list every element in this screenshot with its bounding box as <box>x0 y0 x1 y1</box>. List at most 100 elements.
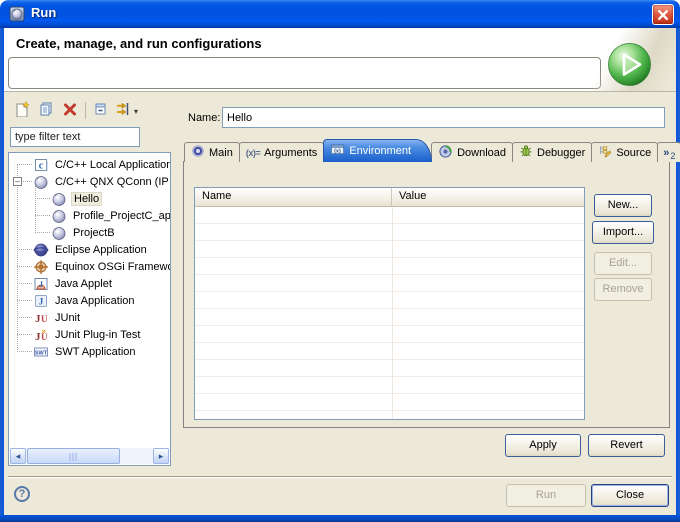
delete-configuration-button[interactable] <box>62 101 80 119</box>
tree-item-eclipse-application[interactable]: Eclipse Application <box>9 241 170 258</box>
run-orb-icon <box>607 42 652 87</box>
svg-text:SWT: SWT <box>35 350 48 356</box>
configuration-name-input[interactable] <box>222 107 665 128</box>
edit-button[interactable]: Edit... <box>594 252 652 275</box>
tab-label: Source <box>616 147 651 159</box>
table-row[interactable] <box>195 207 584 224</box>
column-divider <box>392 207 393 419</box>
svg-text:J: J <box>39 296 44 306</box>
tab-label: Environment <box>349 145 411 157</box>
tree-item-label: C/C++ Local Application <box>53 158 171 172</box>
window-frame-bottom <box>0 515 680 522</box>
close-dialog-button[interactable]: Close <box>591 484 669 507</box>
run-button[interactable]: Run <box>506 484 586 507</box>
filter-button[interactable] <box>115 101 133 119</box>
eclipse-sphere-icon <box>33 242 49 258</box>
duplicate-configuration-button[interactable] <box>38 101 56 119</box>
table-row[interactable] <box>195 241 584 258</box>
footer-separator <box>8 476 672 478</box>
table-row[interactable] <box>195 394 584 411</box>
tree-item-cpp-qnx-qconn[interactable]: C/C++ QNX QConn (IP <box>9 173 170 190</box>
tab-overflow-chevron[interactable]: » 2 <box>657 142 680 162</box>
environment-tab-content: Name Value New... Import... Ed <box>183 161 670 428</box>
tree-item-label: JUnit Plug-in Test <box>53 328 142 342</box>
tab-environment[interactable]: (x) Environment <box>323 139 432 162</box>
new-configuration-button[interactable] <box>14 101 32 119</box>
qnx-sphere-icon <box>51 225 67 241</box>
java-application-icon: J <box>33 293 49 309</box>
tree-item-junit-plugin-test[interactable]: J U » JUnit Plug-in Test <box>9 326 170 343</box>
new-button[interactable]: New... <box>594 194 652 217</box>
overflow-chevron-icon: » <box>663 147 669 159</box>
window-frame-right <box>676 28 680 522</box>
collapse-all-icon <box>92 101 108 117</box>
table-row[interactable] <box>195 360 584 377</box>
remove-button[interactable]: Remove <box>594 278 652 301</box>
download-tab-icon <box>438 144 453 162</box>
help-button[interactable]: ? <box>14 486 30 502</box>
tree-item-java-applet[interactable]: J Java Applet <box>9 275 170 292</box>
tree-item-java-application[interactable]: J Java Application <box>9 292 170 309</box>
table-row[interactable] <box>195 275 584 292</box>
filter-input[interactable] <box>10 127 140 147</box>
tree-item-label: ProjectB <box>71 226 117 240</box>
swt-application-icon: SWT <box>33 344 49 360</box>
tab-label: Arguments <box>264 147 317 159</box>
dialog-body: Create, manage, and run configurations <box>4 28 676 515</box>
tab-label: Main <box>209 147 233 159</box>
tab-arguments[interactable]: (x)= Arguments <box>239 142 324 162</box>
overflow-count: 2 <box>670 151 675 161</box>
tree-item-label: Java Applet <box>53 277 114 291</box>
close-icon <box>657 9 669 21</box>
tab-source[interactable]: Source <box>591 142 658 162</box>
tab-debugger[interactable]: Debugger <box>512 142 592 162</box>
column-header-name[interactable]: Name <box>195 188 392 206</box>
tab-main[interactable]: Main <box>184 142 240 162</box>
close-button[interactable] <box>652 4 674 25</box>
import-button[interactable]: Import... <box>592 221 654 244</box>
column-header-value[interactable]: Value <box>392 188 584 206</box>
table-row[interactable] <box>195 343 584 360</box>
table-row[interactable] <box>195 377 584 394</box>
collapse-all-button[interactable] <box>92 101 110 119</box>
tree-horizontal-scrollbar[interactable]: ◂ ▸ <box>10 448 169 464</box>
tab-download[interactable]: Download <box>431 142 513 162</box>
message-area <box>8 57 601 89</box>
apply-button[interactable]: Apply <box>505 434 581 457</box>
qnx-sphere-icon <box>51 191 67 207</box>
tree-item-profile-projectc[interactable]: Profile_ProjectC_ap <box>9 207 170 224</box>
svg-text:J: J <box>39 280 43 289</box>
tree-item-label: Equinox OSGi Framewo <box>53 260 171 274</box>
revert-button[interactable]: Revert <box>588 434 665 457</box>
c-application-icon: c <box>33 157 49 173</box>
table-row[interactable] <box>195 292 584 309</box>
table-row[interactable] <box>195 309 584 326</box>
environment-variables-table: Name Value <box>194 187 585 420</box>
table-row[interactable] <box>195 326 584 343</box>
table-row[interactable] <box>195 224 584 241</box>
scroll-right-arrow[interactable]: ▸ <box>153 448 169 464</box>
table-header: Name Value <box>195 188 584 207</box>
tree-item-junit[interactable]: J U JUnit <box>9 309 170 326</box>
toolbar-separator <box>85 102 86 119</box>
tree-item-label: SWT Application <box>53 345 138 359</box>
scrollbar-thumb[interactable] <box>27 448 120 464</box>
table-row[interactable] <box>195 258 584 275</box>
tree-expander-minus[interactable]: – <box>13 177 22 186</box>
qnx-sphere-icon <box>33 174 49 190</box>
main-tab-icon <box>191 144 205 161</box>
scroll-left-arrow[interactable]: ◂ <box>10 448 26 464</box>
tree-item-equinox-osgi[interactable]: Equinox OSGi Framewo <box>9 258 170 275</box>
tree-item-cpp-local-application[interactable]: c C/C++ Local Application <box>9 156 170 173</box>
tree-item-hello[interactable]: Hello <box>9 190 170 207</box>
table-row[interactable] <box>195 411 584 420</box>
tree-item-swt-application[interactable]: SWT SWT Application <box>9 343 170 360</box>
configurations-tree: – c C/C++ Local Application <box>8 152 171 466</box>
tab-bar: Main (x)= Arguments (x) Environment <box>184 139 680 162</box>
filter-dropdown-caret[interactable]: ▾ <box>134 107 138 116</box>
environment-tab-icon: (x) <box>330 142 345 160</box>
equinox-target-icon <box>33 259 49 275</box>
tree-item-projectb[interactable]: ProjectB <box>9 224 170 241</box>
tree-item-label: Java Application <box>53 294 137 308</box>
titlebar[interactable]: Run <box>0 0 680 28</box>
